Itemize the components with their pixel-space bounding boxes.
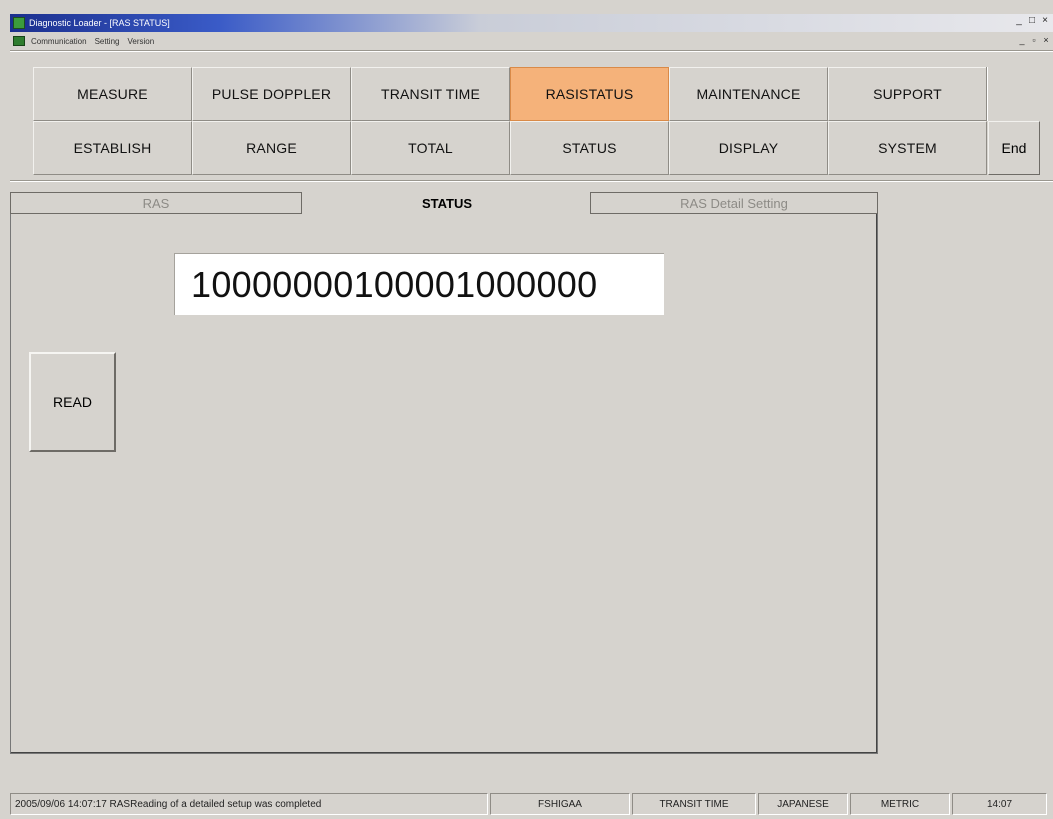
tab-status[interactable]: STATUS — [302, 192, 592, 214]
nav-establish-button[interactable]: ESTABLISH — [33, 121, 192, 175]
nav-support-button[interactable]: SUPPORT — [828, 67, 987, 121]
status-message: 2005/09/06 14:07:17 RASReading of a deta… — [10, 793, 488, 815]
mdi-restore-icon[interactable]: ▫ — [1029, 35, 1039, 45]
nav-status-button[interactable]: STATUS — [510, 121, 669, 175]
mdi-minimize-icon[interactable]: _ — [1017, 35, 1027, 45]
title-bar: Diagnostic Loader - [RAS STATUS] _ □ × — [10, 14, 1053, 32]
nav-system-button[interactable]: SYSTEM — [828, 121, 987, 175]
main-nav: MEASURE PULSE DOPPLER TRANSIT TIME RASIS… — [33, 67, 987, 175]
status-model: FSHIGAA — [490, 793, 630, 815]
nav-divider — [10, 180, 1053, 182]
minimize-icon[interactable]: _ — [1013, 15, 1025, 26]
nav-measure-button[interactable]: MEASURE — [33, 67, 192, 121]
status-bar: 2005/09/06 14:07:17 RASReading of a deta… — [10, 793, 1053, 815]
read-button[interactable]: READ — [29, 352, 116, 452]
menu-bar: Communication Setting Version _ ▫ × — [10, 33, 1053, 49]
nav-separator — [986, 67, 988, 121]
app-icon — [13, 17, 25, 29]
nav-rasistatus-button[interactable]: RASISTATUS — [510, 67, 669, 121]
status-time: 14:07 — [952, 793, 1047, 815]
nav-display-button[interactable]: DISPLAY — [669, 121, 828, 175]
window-title: Diagnostic Loader - [RAS STATUS] — [29, 18, 170, 28]
status-mode: TRANSIT TIME — [632, 793, 756, 815]
status-value-display: 10000000100001000000 — [174, 253, 664, 315]
close-icon[interactable]: × — [1039, 15, 1051, 26]
menu-version[interactable]: Version — [127, 37, 154, 46]
nav-range-button[interactable]: RANGE — [192, 121, 351, 175]
mdi-close-icon[interactable]: × — [1041, 35, 1051, 45]
menu-communication[interactable]: Communication — [31, 37, 87, 46]
mdi-controls: _ ▫ × — [1017, 35, 1051, 45]
maximize-icon[interactable]: □ — [1026, 15, 1038, 26]
status-unit: METRIC — [850, 793, 950, 815]
tab-strip: RAS STATUS RAS Detail Setting — [10, 192, 878, 214]
nav-transit-time-button[interactable]: TRANSIT TIME — [351, 67, 510, 121]
menu-setting[interactable]: Setting — [95, 37, 120, 46]
status-language: JAPANESE — [758, 793, 848, 815]
nav-pulse-doppler-button[interactable]: PULSE DOPPLER — [192, 67, 351, 121]
menu-divider — [10, 50, 1053, 52]
tab-ras-detail-setting[interactable]: RAS Detail Setting — [590, 192, 878, 214]
nav-total-button[interactable]: TOTAL — [351, 121, 510, 175]
end-button[interactable]: End — [988, 121, 1040, 175]
nav-maintenance-button[interactable]: MAINTENANCE — [669, 67, 828, 121]
tab-ras[interactable]: RAS — [10, 192, 302, 214]
document-icon — [13, 36, 25, 46]
window-controls: _ □ × — [1013, 15, 1051, 26]
